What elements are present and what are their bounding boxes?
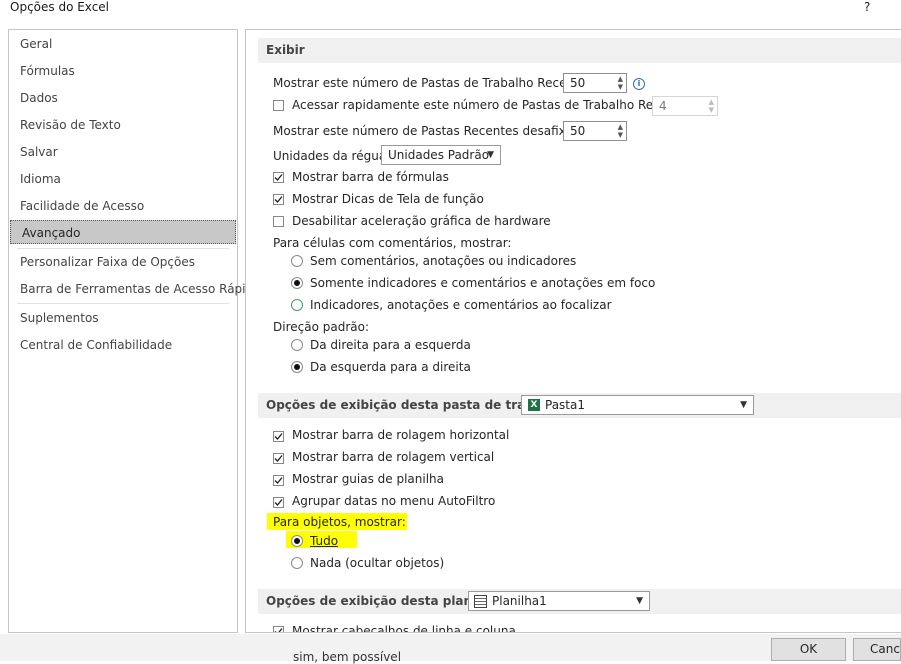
quick-access-spinner[interactable]: 4 ▲ ▼ xyxy=(652,96,718,116)
worksheet-icon xyxy=(474,595,487,608)
quick-access-label: Acessar rapidamente este número de Pasta… xyxy=(292,98,698,112)
row-col-headers-checkbox[interactable] xyxy=(273,626,284,632)
unpinned-folders-label: Mostrar este número de Pastas Recentes d… xyxy=(273,124,599,138)
function-tips-checkbox[interactable] xyxy=(273,194,284,205)
sidebar-item-dados[interactable]: Dados xyxy=(9,86,237,110)
sidebar-item-faixa[interactable]: Personalizar Faixa de Opções xyxy=(9,250,237,274)
sidebar: Geral Fórmulas Dados Revisão de Texto Sa… xyxy=(8,29,260,633)
unpinned-folders-value: 50 xyxy=(570,124,586,138)
options-panel: Exibir Mostrar este número de Pastas de … xyxy=(245,29,901,633)
sidebar-item-geral[interactable]: Geral xyxy=(9,32,237,56)
ok-button[interactable]: OK xyxy=(771,638,846,661)
comments-none-label: Sem comentários, anotações ou indicadore… xyxy=(310,254,577,268)
comments-none-radio[interactable] xyxy=(291,255,303,267)
workbook-dropdown[interactable]: X Pasta1 ▼ xyxy=(521,395,754,415)
objects-none-label: Nada (ocultar objetos) xyxy=(310,556,445,570)
sidebar-item-salvar[interactable]: Salvar xyxy=(9,140,237,164)
quick-access-value: 4 xyxy=(659,99,667,113)
sidebar-item-acesso-rapido[interactable]: Barra de Ferramentas de Acesso Rápido xyxy=(9,277,260,301)
formula-bar-checkbox[interactable] xyxy=(273,172,284,183)
excel-workbook-icon: X xyxy=(528,399,540,411)
help-button[interactable]: ? xyxy=(864,0,870,14)
objects-label: Para objetos, mostrar: xyxy=(273,515,406,529)
sidebar-item-confiabilidade[interactable]: Central de Confiabilidade xyxy=(9,333,237,357)
hscroll-label: Mostrar barra de rolagem horizontal xyxy=(292,428,510,442)
worksheet-value: Planilha1 xyxy=(492,594,547,608)
vscroll-checkbox[interactable] xyxy=(273,453,284,464)
window-title: Opções do Excel xyxy=(10,0,110,14)
comments-hover-radio[interactable] xyxy=(291,299,303,311)
comments-indicators-radio[interactable] xyxy=(291,277,303,289)
sidebar-item-formulas[interactable]: Fórmulas xyxy=(9,59,237,83)
worksheet-dropdown[interactable]: Planilha1 ▼ xyxy=(468,591,650,611)
cancel-button[interactable]: Canc xyxy=(853,638,901,661)
recent-workbooks-spinner[interactable]: 50 ▲ ▼ xyxy=(563,73,627,93)
objects-none-radio[interactable] xyxy=(291,557,303,569)
sidebar-divider xyxy=(17,303,229,304)
row-col-headers-label: Mostrar cabeçalhos de linha e coluna xyxy=(292,624,516,633)
comments-label: Para células com comentários, mostrar: xyxy=(273,236,512,250)
recent-workbooks-label: Mostrar este número de Pastas de Trabalh… xyxy=(273,76,597,90)
ruler-units-dropdown[interactable]: Unidades Padrão ▼ xyxy=(381,145,501,165)
vscroll-label: Mostrar barra de rolagem vertical xyxy=(292,450,495,464)
unpinned-folders-spinner[interactable]: 50 ▲ ▼ xyxy=(563,121,627,141)
sidebar-item-acessibilidade[interactable]: Facilidade de Acesso xyxy=(9,194,237,218)
ruler-units-value: Unidades Padrão xyxy=(388,148,490,162)
info-icon[interactable]: i xyxy=(633,78,645,90)
chevron-down-icon: ▼ xyxy=(740,400,747,410)
chevron-down-icon: ▼ xyxy=(487,150,494,160)
sheet-tabs-label: Mostrar guias de planilha xyxy=(292,472,445,486)
function-tips-label: Mostrar Dicas de Tela de função xyxy=(292,192,484,206)
spinner-arrows-icon[interactable]: ▲ ▼ xyxy=(618,75,623,91)
comments-indicators-label: Somente indicadores e comentários e anot… xyxy=(310,276,656,290)
spinner-arrows-icon[interactable]: ▲ ▼ xyxy=(709,98,714,114)
sheet-tabs-checkbox[interactable] xyxy=(273,475,284,486)
background-text: sim, bem possível xyxy=(293,650,402,664)
hw-accel-label: Desabilitar aceleração gráfica de hardwa… xyxy=(292,214,551,228)
chevron-down-icon: ▼ xyxy=(636,596,643,606)
objects-all-radio[interactable] xyxy=(291,535,303,547)
dialog-footer xyxy=(0,634,901,661)
direction-ltr-radio[interactable] xyxy=(291,361,303,373)
recent-workbooks-value: 50 xyxy=(570,76,586,90)
quick-access-checkbox[interactable] xyxy=(273,100,284,111)
workbook-value: Pasta1 xyxy=(545,398,585,412)
group-dates-checkbox[interactable] xyxy=(273,497,284,508)
direction-ltr-label: Da esquerda para a direita xyxy=(310,360,471,374)
sidebar-item-revisao[interactable]: Revisão de Texto xyxy=(9,113,237,137)
spinner-arrows-icon[interactable]: ▲ ▼ xyxy=(618,123,623,139)
formula-bar-label: Mostrar barra de fórmulas xyxy=(292,170,449,184)
title-bar: Opções do Excel ? xyxy=(0,0,901,22)
hw-accel-checkbox[interactable] xyxy=(273,216,284,227)
sidebar-item-suplementos[interactable]: Suplementos xyxy=(9,306,237,330)
direction-rtl-label: Da direita para a esquerda xyxy=(310,338,471,352)
sidebar-item-idioma[interactable]: Idioma xyxy=(9,167,237,191)
direction-rtl-radio[interactable] xyxy=(291,339,303,351)
direction-label: Direção padrão: xyxy=(273,320,369,334)
hscroll-checkbox[interactable] xyxy=(273,431,284,442)
section-header-exibir: Exibir xyxy=(258,38,901,63)
objects-all-label: Tudo xyxy=(310,534,339,548)
group-dates-label: Agrupar datas no menu AutoFiltro xyxy=(292,494,496,508)
sidebar-item-avancado[interactable]: Avançado xyxy=(10,220,236,244)
ruler-units-label: Unidades da régua xyxy=(273,149,387,163)
sidebar-divider xyxy=(17,248,229,249)
comments-hover-label: Indicadores, anotações e comentários ao … xyxy=(310,298,612,312)
